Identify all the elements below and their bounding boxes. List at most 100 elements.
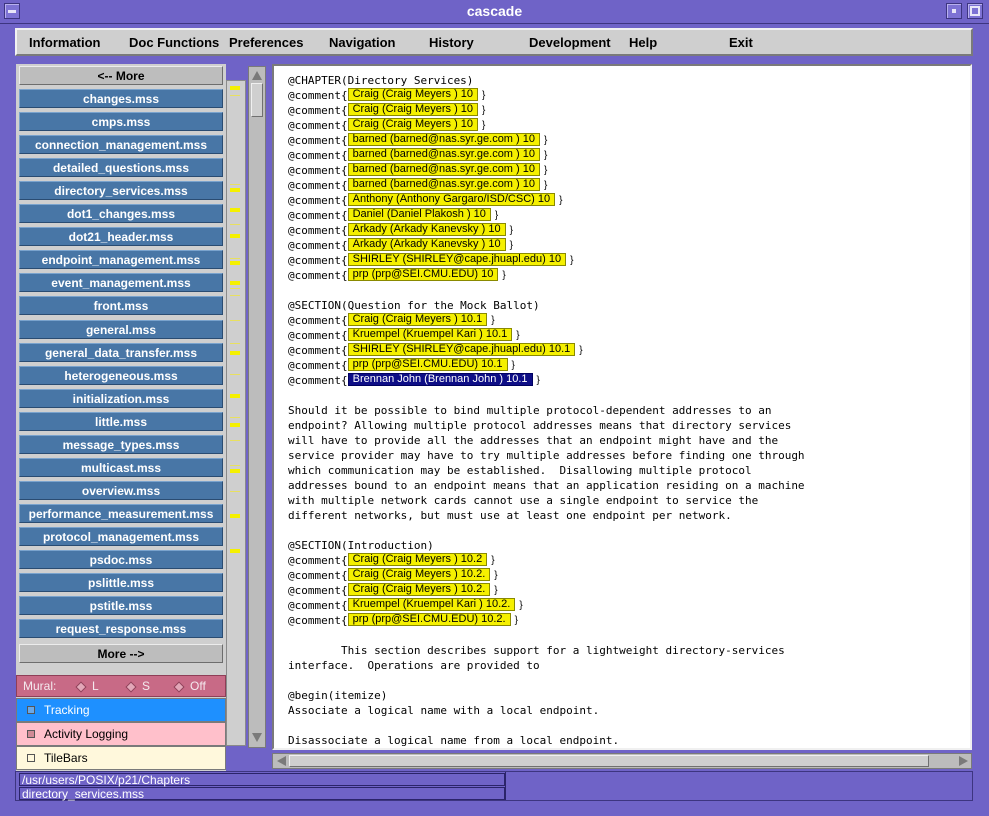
status-message-area: [505, 772, 973, 800]
comment-tag[interactable]: barned (barned@nas.syr.ge.com ) 10: [347, 178, 540, 191]
text-line: addresses bound to an endpoint means tha…: [288, 478, 805, 493]
comment-tag[interactable]: prp (prp@SEI.CMU.EDU) 10.1: [347, 358, 508, 371]
more-prev-button[interactable]: <-- More: [19, 66, 223, 85]
line-text: which communication may be established. …: [288, 464, 752, 477]
option-checkbox[interactable]: [27, 730, 35, 738]
text-line: @comment{Craig (Craig Meyers ) 10.2}: [288, 553, 805, 568]
comment-tag[interactable]: Craig (Craig Meyers ) 10: [347, 118, 479, 131]
option-checkbox[interactable]: [27, 706, 35, 714]
comment-tag[interactable]: barned (barned@nas.syr.ge.com ) 10: [347, 148, 540, 161]
comment-tag[interactable]: Craig (Craig Meyers ) 10.2.: [347, 568, 491, 581]
document-vertical-scrollbar[interactable]: [248, 66, 266, 748]
option-checkbox[interactable]: [27, 754, 35, 762]
tilebar-mark: [230, 184, 240, 185]
comment-prefix: @comment{: [288, 614, 348, 627]
menu-doc-functions[interactable]: Doc Functions: [129, 35, 219, 50]
file-item[interactable]: little.mss: [19, 411, 223, 431]
file-item[interactable]: multicast.mss: [19, 457, 223, 477]
file-item[interactable]: protocol_management.mss: [19, 526, 223, 546]
menu-history[interactable]: History: [429, 35, 474, 50]
file-item[interactable]: performance_measurement.mss: [19, 503, 223, 523]
file-item[interactable]: endpoint_management.mss: [19, 250, 223, 270]
more-next-button[interactable]: More -->: [19, 644, 223, 663]
file-item[interactable]: event_management.mss: [19, 273, 223, 293]
window-title: cascade: [466, 3, 523, 19]
file-item[interactable]: initialization.mss: [19, 388, 223, 408]
title-bar[interactable]: cascade: [0, 0, 989, 24]
scroll-right-arrow-icon[interactable]: [959, 756, 968, 766]
comment-tag[interactable]: Craig (Craig Meyers ) 10: [347, 88, 479, 101]
text-line: @CHAPTER(Directory Services): [288, 73, 805, 88]
scroll-thumb[interactable]: [251, 83, 263, 117]
file-item[interactable]: message_types.mss: [19, 434, 223, 454]
file-item[interactable]: request_response.mss: [19, 619, 223, 639]
file-item[interactable]: dot21_header.mss: [19, 227, 223, 247]
file-item[interactable]: changes.mss: [19, 89, 223, 108]
maximize-button[interactable]: [967, 3, 983, 19]
horizontal-scrollbar[interactable]: [272, 753, 972, 769]
comment-tag[interactable]: SHIRLEY (SHIRLEY@cape.jhuapl.edu) 10: [347, 253, 567, 266]
option-tilebars[interactable]: TileBars: [16, 746, 226, 770]
file-item[interactable]: directory_services.mss: [19, 181, 223, 201]
tilebar-strip[interactable]: [226, 80, 246, 746]
file-item[interactable]: general.mss: [19, 319, 223, 339]
tilebar-mark: [230, 417, 240, 418]
comment-tag[interactable]: Arkady (Arkady Kanevsky ) 10: [347, 223, 506, 236]
comment-tag[interactable]: Arkady (Arkady Kanevsky ) 10: [347, 238, 506, 251]
file-item[interactable]: dot1_changes.mss: [19, 204, 223, 224]
comment-tag[interactable]: Anthony (Anthony Gargaro/ISD/CSC) 10: [347, 193, 556, 206]
file-item[interactable]: front.mss: [19, 296, 223, 316]
file-item[interactable]: overview.mss: [19, 480, 223, 500]
menu-exit[interactable]: Exit: [729, 35, 753, 50]
menu-help[interactable]: Help: [629, 35, 657, 50]
tilebar-mark: [230, 374, 240, 375]
text-line: @comment{Craig (Craig Meyers ) 10}: [288, 118, 805, 133]
file-item[interactable]: detailed_questions.mss: [19, 158, 223, 178]
mural-radio-s[interactable]: [125, 681, 137, 693]
file-item[interactable]: pslittle.mss: [19, 573, 223, 593]
document-editor[interactable]: @CHAPTER(Directory Services) @comment{Cra…: [272, 64, 972, 750]
file-item[interactable]: psdoc.mss: [19, 550, 223, 569]
menu-navigation[interactable]: Navigation: [329, 35, 395, 50]
comment-tag[interactable]: Daniel (Daniel Plakosh ) 10: [347, 208, 491, 221]
tilebar-mark: [230, 295, 240, 296]
option-activity-logging[interactable]: Activity Logging: [16, 722, 226, 746]
comment-prefix: @comment{: [288, 584, 348, 597]
menu-information[interactable]: Information: [29, 35, 101, 50]
mural-radio-off[interactable]: [173, 681, 185, 693]
option-tracking[interactable]: Tracking: [16, 698, 226, 722]
comment-prefix: @comment{: [288, 344, 348, 357]
mural-option-off: Off: [190, 679, 206, 693]
line-text: interface. Operations are provided to: [288, 659, 540, 672]
comment-tag[interactable]: prp (prp@SEI.CMU.EDU) 10.2.: [347, 613, 511, 626]
selected-comment-tag[interactable]: Brennan John (Brennan John ) 10.1: [347, 373, 533, 386]
tilebar-mark: [230, 86, 240, 90]
comment-tag[interactable]: Craig (Craig Meyers ) 10.2: [347, 553, 488, 566]
menu-development[interactable]: Development: [529, 35, 611, 50]
file-item[interactable]: heterogeneous.mss: [19, 365, 223, 385]
comment-tag[interactable]: prp (prp@SEI.CMU.EDU) 10: [347, 268, 499, 281]
text-line: This section describes support for a lig…: [288, 643, 805, 658]
comment-tag[interactable]: Craig (Craig Meyers ) 10: [347, 103, 479, 116]
horizontal-scroll-thumb[interactable]: [289, 755, 929, 767]
minimize-button[interactable]: [946, 3, 962, 19]
scroll-up-arrow-icon[interactable]: [252, 71, 262, 80]
comment-tag[interactable]: Kruempel (Kruempel Kari ) 10.2.: [347, 598, 516, 611]
scroll-down-arrow-icon[interactable]: [252, 733, 262, 742]
mural-label: Mural:: [23, 679, 57, 693]
comment-tag[interactable]: SHIRLEY (SHIRLEY@cape.jhuapl.edu) 10.1: [347, 343, 576, 356]
comment-tag[interactable]: Craig (Craig Meyers ) 10.1: [347, 313, 488, 326]
file-item[interactable]: cmps.mss: [19, 112, 223, 132]
comment-tag[interactable]: barned (barned@nas.syr.ge.com ) 10: [347, 133, 540, 146]
comment-suffix: }: [494, 585, 498, 596]
comment-tag[interactable]: Kruempel (Kruempel Kari ) 10.1: [347, 328, 513, 341]
mural-radio-l[interactable]: [75, 681, 87, 693]
file-item[interactable]: connection_management.mss: [19, 135, 223, 155]
file-item[interactable]: pstitle.mss: [19, 596, 223, 616]
comment-tag[interactable]: Craig (Craig Meyers ) 10.2.: [347, 583, 491, 596]
scroll-left-arrow-icon[interactable]: [277, 756, 286, 766]
tilebar-mark: [230, 549, 240, 553]
menu-preferences[interactable]: Preferences: [229, 35, 303, 50]
comment-tag[interactable]: barned (barned@nas.syr.ge.com ) 10: [347, 163, 540, 176]
file-item[interactable]: general_data_transfer.mss: [19, 342, 223, 362]
